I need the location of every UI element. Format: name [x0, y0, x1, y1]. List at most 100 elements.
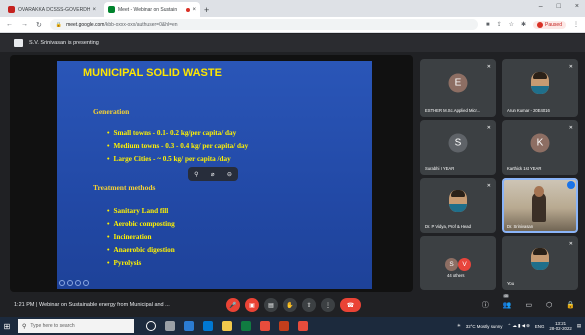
- lock-icon: 🔒: [55, 21, 63, 28]
- taskbar-clock[interactable]: 13:21 28-02-2022: [549, 321, 571, 331]
- leave-call-button[interactable]: ☎: [340, 298, 361, 312]
- meeting-title: Webinar on Sustainable energy from Munic…: [38, 302, 170, 308]
- share-icon[interactable]: ⇪: [497, 21, 502, 28]
- avatar: [449, 190, 467, 213]
- url-host: meet.google.com: [66, 21, 105, 28]
- generation-item: • Small towns - 0.1- 0.2 kg/per capita/ d…: [107, 129, 237, 137]
- file-explorer-icon[interactable]: [222, 321, 232, 331]
- camera-toggle-button[interactable]: ▣: [245, 298, 259, 312]
- activities-icon[interactable]: ⬡: [546, 301, 552, 309]
- presenting-text: S.V. Srinivasan is presenting: [29, 40, 99, 46]
- notifications-icon[interactable]: ▤: [577, 323, 581, 329]
- participant-tile[interactable]: ✕ Arun Kumar - 20E4016: [502, 59, 578, 117]
- extensions-icon[interactable]: ✱: [521, 21, 526, 28]
- close-window-button[interactable]: ×: [575, 3, 579, 10]
- opera-icon[interactable]: [298, 321, 308, 331]
- lock-icon[interactable]: 🔒: [566, 301, 575, 309]
- weather-icon: ☀: [456, 323, 461, 328]
- participant-tile[interactable]: ✕ K Karthick 1st YEAR: [502, 120, 578, 175]
- others-tile[interactable]: S V 44 others: [420, 236, 496, 290]
- generation-item: • Large Cities - ~ 0.5 kg/ per capita /da…: [107, 155, 231, 163]
- self-tile[interactable]: ✕ You: [502, 236, 578, 290]
- call-controls: 🎤 ▣ ▤ ✋ ⇧ ⋮ ☎: [226, 298, 361, 312]
- participant-tile-active-speaker[interactable]: Dr. Srinivasan: [502, 178, 578, 233]
- tile-hover-controls: ⚲ ⌀ ⊖: [188, 167, 238, 181]
- word-icon[interactable]: [184, 321, 194, 331]
- tray-icons[interactable]: ⌃ ☁ ▮ ◀ ⊕: [507, 323, 529, 329]
- side-panel-controls: ⓘ 46 👥 ▭ ⬡ 🔒: [482, 294, 575, 310]
- raise-hand-button[interactable]: ✋: [283, 298, 297, 312]
- meet-favicon-icon: [108, 6, 115, 13]
- taskbar-search-input[interactable]: ⚲ Type here to search: [18, 319, 134, 333]
- menu-kebab-icon[interactable]: ⋮: [573, 21, 579, 28]
- avatar: S: [448, 133, 468, 153]
- camera-icon[interactable]: ■: [486, 22, 490, 28]
- language-indicator[interactable]: ENG: [535, 324, 545, 329]
- mute-icon[interactable]: ⌀: [211, 171, 215, 178]
- treatment-item: • Sanitary Land fill: [107, 207, 169, 215]
- windows-start-icon[interactable]: ⊞: [0, 317, 14, 335]
- cortana-icon[interactable]: [146, 321, 156, 331]
- mic-off-icon: ✕: [486, 183, 491, 189]
- maximize-button[interactable]: □: [557, 3, 561, 10]
- clock-date: 28-02-2022: [549, 326, 572, 331]
- search-placeholder: Type here to search: [30, 323, 75, 329]
- treatment-item: • Anaerobic digestion: [107, 246, 175, 254]
- people-count-badge: 46: [502, 294, 510, 298]
- avatar: S: [445, 258, 458, 271]
- recording-indicator-icon: [186, 7, 191, 12]
- info-icon[interactable]: ⓘ: [482, 300, 489, 310]
- excel-icon[interactable]: [241, 321, 251, 331]
- captions-button[interactable]: ▤: [264, 298, 278, 312]
- mic-off-icon: ✕: [486, 125, 491, 131]
- back-icon[interactable]: ←: [6, 21, 13, 28]
- address-bar: ← → ↻ 🔒 meet.google.com /kbb-oxxx-oxx/au…: [0, 17, 585, 33]
- participant-tile[interactable]: ✕ Dr. P Vidya, Prof & Head: [420, 178, 496, 233]
- close-tab-icon[interactable]: ×: [192, 7, 196, 13]
- reload-icon[interactable]: ↻: [36, 21, 42, 29]
- profile-button[interactable]: Paused: [533, 20, 566, 29]
- browser-tab-2[interactable]: Meet - Webinar on Sustain ×: [104, 2, 200, 17]
- section-heading-generation: Generation: [93, 107, 130, 116]
- system-tray: ☀ 32°C Mostly sunny ⌃ ☁ ▮ ◀ ⊕ ENG 13:21 …: [457, 321, 581, 331]
- more-options-icon[interactable]: ⊖: [227, 171, 232, 178]
- url-field[interactable]: 🔒 meet.google.com /kbb-oxxx-oxx/authuser…: [49, 19, 478, 30]
- tab-title: Meet - Webinar on Sustain: [118, 6, 178, 13]
- avatar: [531, 247, 549, 270]
- mic-toggle-button[interactable]: 🎤: [226, 298, 240, 312]
- chrome-icon[interactable]: [260, 321, 270, 331]
- edge-icon[interactable]: [203, 321, 213, 331]
- participant-name: Arun Kumar - 20E4016: [507, 108, 550, 113]
- more-options-button[interactable]: ⋮: [321, 298, 335, 312]
- powerpoint-icon[interactable]: [279, 321, 289, 331]
- participant-name: Surabhi I YEAR: [425, 166, 455, 171]
- generation-item: • Medium towns - 0.3 - 0.4 kg/ per capita…: [107, 142, 249, 150]
- pin-icon[interactable]: ⚲: [194, 171, 198, 178]
- treatment-item: • Incineration: [107, 233, 152, 241]
- participant-tile[interactable]: ✕ S Surabhi I YEAR: [420, 120, 496, 175]
- next-slide-icon[interactable]: [83, 280, 89, 286]
- pen-icon[interactable]: [67, 280, 73, 286]
- presentation-icon: [14, 39, 23, 47]
- windows-taskbar: ⊞ ⚲ Type here to search ☀ 32°C Mostly su…: [0, 317, 585, 335]
- close-tab-icon[interactable]: ×: [92, 7, 96, 13]
- weather-text[interactable]: 32°C Mostly sunny: [466, 324, 503, 329]
- presentation-stage: MUNICIPAL SOLID WASTE Generation • Small …: [10, 55, 413, 292]
- new-tab-button[interactable]: +: [204, 5, 209, 15]
- url-path: /kbb-oxxx-oxx/authuser=0&hl=en: [104, 21, 178, 28]
- chat-icon[interactable]: ▭: [526, 301, 533, 309]
- participant-name: Dr. P Vidya, Prof & Head: [425, 224, 471, 229]
- minimize-button[interactable]: –: [539, 3, 543, 10]
- slide-menu-icon[interactable]: [75, 280, 81, 286]
- people-button[interactable]: 46 👥: [502, 294, 512, 309]
- browser-tab-1[interactable]: OVARAKKA DCSSS-GOVERDHAN ×: [4, 2, 100, 17]
- bookmark-star-icon[interactable]: ☆: [509, 21, 514, 28]
- task-view-icon[interactable]: [165, 321, 175, 331]
- presenting-banner: S.V. Srinivasan is presenting: [0, 34, 585, 52]
- others-count: 44 others: [447, 273, 465, 278]
- prev-slide-icon[interactable]: [59, 280, 65, 286]
- forward-icon[interactable]: →: [21, 21, 28, 28]
- present-button[interactable]: ⇧: [302, 298, 316, 312]
- participant-tile[interactable]: ✕ E ESTHER M.Sc.Applied Micr...: [420, 59, 496, 117]
- browser-tab-strip: OVARAKKA DCSSS-GOVERDHAN × Meet - Webina…: [0, 0, 585, 17]
